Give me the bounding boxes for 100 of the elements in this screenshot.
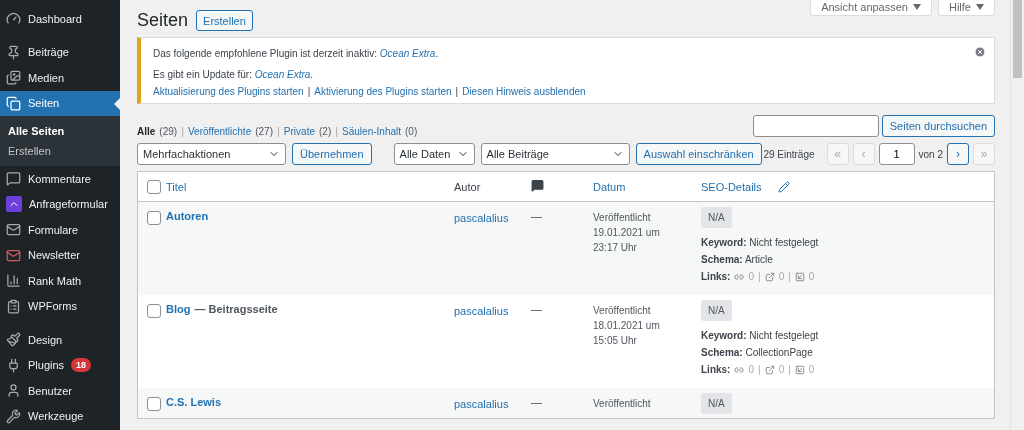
plug-icon [6, 357, 21, 373]
date-text: 18.01.2021 um [593, 319, 661, 333]
schema-text: Schema: Article [701, 254, 773, 265]
links-label: Links: [701, 364, 731, 375]
speech-bubble-icon [6, 171, 21, 187]
wrench-icon [6, 408, 21, 424]
page-title-link[interactable]: C.S. Lewis [166, 396, 222, 408]
comment-count: — [531, 396, 542, 408]
close-icon[interactable] [974, 46, 986, 58]
view-count: (29) [159, 125, 178, 137]
separator: | [181, 125, 184, 137]
pencil-icon[interactable] [777, 180, 790, 193]
pagination-button[interactable]: › [947, 143, 969, 165]
author-link[interactable]: pascalalius [454, 305, 509, 317]
incoming-link-icon [794, 271, 805, 282]
screen-options-tab[interactable]: Ansicht anpassen [810, 0, 932, 16]
screen-options-tab[interactable]: Hilfe [938, 0, 995, 16]
sidebar-item[interactable]: Newsletter [0, 242, 120, 268]
column-header[interactable]: SEO-Details [701, 180, 762, 193]
page-title-link[interactable]: Blog [166, 303, 191, 315]
column-header[interactable]: Datum [593, 181, 626, 193]
form-icon [6, 298, 21, 314]
search-field[interactable] [752, 115, 879, 137]
sidebar-item[interactable]: Beiträge [0, 39, 120, 65]
seo-score: N/A [701, 393, 732, 414]
view-count: (27) [255, 125, 273, 137]
envelope-icon [6, 247, 21, 263]
sidebar-item[interactable]: Plugins 18 [0, 352, 120, 378]
date-text: 19.01.2021 um [593, 226, 661, 240]
separator: | [307, 86, 311, 97]
column-header[interactable]: Titel [166, 181, 187, 193]
link-icon [734, 271, 745, 282]
page-title-link[interactable]: Autoren [166, 210, 209, 222]
sidebar-item[interactable]: Benutzer [0, 378, 120, 404]
comment-count: — [531, 210, 542, 222]
submenu-item[interactable]: Alle Seiten [0, 121, 120, 141]
date-text: Veröffentlicht [593, 304, 652, 318]
filter-select[interactable]: Alle Daten [393, 143, 475, 165]
link-count: 0 [748, 271, 754, 282]
author-link[interactable]: pascalalius [454, 398, 509, 410]
incoming-link-icon [794, 364, 805, 375]
sidebar-item[interactable]: Seiten [0, 90, 120, 116]
link-count: 0 [778, 364, 785, 375]
sidebar-item[interactable]: WPForms [0, 293, 120, 319]
apply-button[interactable]: Übernehmen [292, 143, 372, 165]
sidebar-item[interactable]: Medien [0, 65, 120, 91]
view-filter-link[interactable]: Private [283, 125, 315, 137]
external-link-icon [764, 271, 775, 282]
notice-action-link[interactable]: Diesen Hinweis ausblenden [462, 86, 586, 97]
bulk-actions-select[interactable]: Mehrfachaktionen [137, 143, 286, 165]
checkbox[interactable] [147, 179, 161, 194]
sidebar-item[interactable]: Werkzeuge [0, 403, 120, 429]
separator: | [455, 86, 459, 97]
view-count: (2) [319, 125, 332, 137]
checkbox[interactable] [147, 304, 161, 318]
filter-select[interactable]: Alle Beiträge [480, 143, 630, 165]
sidebar-item[interactable]: Rank Math [0, 268, 120, 294]
scrollbar[interactable] [1010, 0, 1024, 430]
sidebar-item[interactable]: Dashboard [0, 6, 120, 32]
external-link-icon [764, 364, 775, 375]
view-filter-link[interactable]: Veröffentlichte [188, 125, 252, 137]
link-count: 0 [748, 364, 754, 375]
filter-button[interactable]: Auswahl einschränken [635, 143, 762, 165]
submenu-item[interactable]: Erstellen [0, 141, 120, 161]
notice-action-link[interactable]: Aktivierung des Plugins starten [314, 86, 452, 97]
link-count: 0 [808, 271, 815, 282]
view-filter-link[interactable]: Alle [137, 125, 156, 137]
sidebar-item[interactable]: Formulare [0, 217, 120, 243]
seo-score: N/A [701, 207, 732, 228]
search-button[interactable]: Seiten durchsuchen [881, 115, 995, 137]
count-badge: 18 [71, 358, 92, 373]
add-new-button[interactable]: Erstellen [196, 10, 253, 31]
separator: | [758, 364, 761, 375]
caret-icon [913, 4, 921, 10]
checkbox[interactable] [147, 397, 161, 411]
column-header: Autor [454, 181, 481, 193]
caret-icon [976, 4, 984, 10]
author-link[interactable]: pascalalius [454, 212, 509, 224]
user-icon [6, 383, 21, 399]
images-icon [6, 70, 21, 86]
view-filter-link[interactable]: Säulen-Inhalt [342, 125, 401, 137]
notice-action-link[interactable]: Aktualisierung des Plugins starten [153, 86, 304, 97]
page-total: von 2 [918, 148, 943, 160]
sidebar-item[interactable]: Anfrageformular [0, 191, 120, 217]
sidebar-item[interactable]: Design [0, 327, 120, 353]
date-text: 23:17 Uhr [593, 241, 638, 255]
separator: | [277, 125, 280, 137]
sidebar-item[interactable]: Kommentare [0, 166, 120, 192]
envelope-icon [6, 222, 21, 238]
schema-text: Schema: CollectionPage [701, 347, 813, 358]
bar-chart-icon [6, 273, 21, 289]
page-number-field[interactable]: 1 [878, 143, 915, 165]
checkbox[interactable] [147, 211, 161, 225]
separator: | [788, 271, 791, 282]
pages-icon [6, 95, 21, 111]
item-count: 29 Einträge [763, 148, 815, 160]
speech-bubble-icon [531, 178, 544, 192]
keyword-text: Keyword: Nicht festgelegt [701, 330, 819, 341]
keyword-text: Keyword: Nicht festgelegt [701, 237, 819, 248]
separator: | [758, 271, 761, 282]
